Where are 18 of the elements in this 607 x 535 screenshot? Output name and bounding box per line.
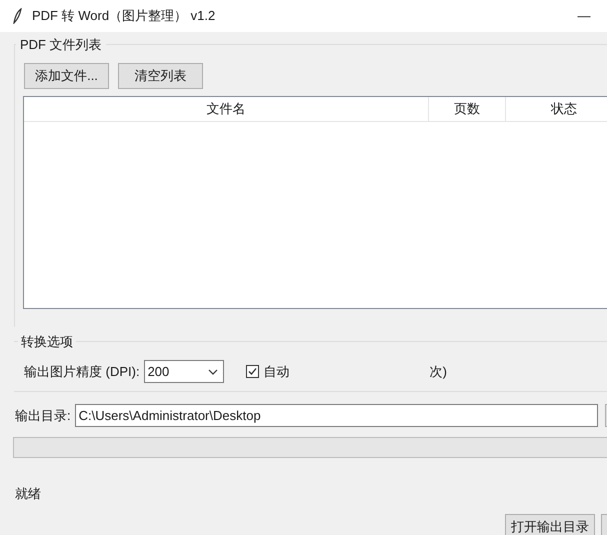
status-text: 就绪 [15,485,42,503]
column-header[interactable]: 状态 [506,97,607,121]
output-dir-field[interactable]: C:\Users\Administrator\Desktop [74,404,598,427]
dpi-label: 输出图片精度 (DPI): [24,362,140,381]
checkbox-label: 自动 [264,362,290,381]
minimize-button[interactable]: — [561,0,607,32]
checkbox[interactable] [246,365,259,378]
window-title: PDF 转 Word（图片整理） v1.2 [32,7,216,26]
checkbox-label: 次) [430,362,447,381]
dpi-dropdown[interactable]: 200 [144,360,224,383]
feather-icon [12,8,22,24]
chevron-down-icon [208,368,218,374]
clear-list-button[interactable]: 清空列表 [118,63,203,89]
column-header[interactable]: 页数 [429,97,506,121]
output-dir-label: 输出目录: [15,406,71,425]
column-header[interactable]: 文件名 [24,97,430,121]
add-files-button[interactable]: 添加文件... [24,63,109,89]
open-output-dir-button[interactable]: 打开输出目录 [505,514,595,535]
